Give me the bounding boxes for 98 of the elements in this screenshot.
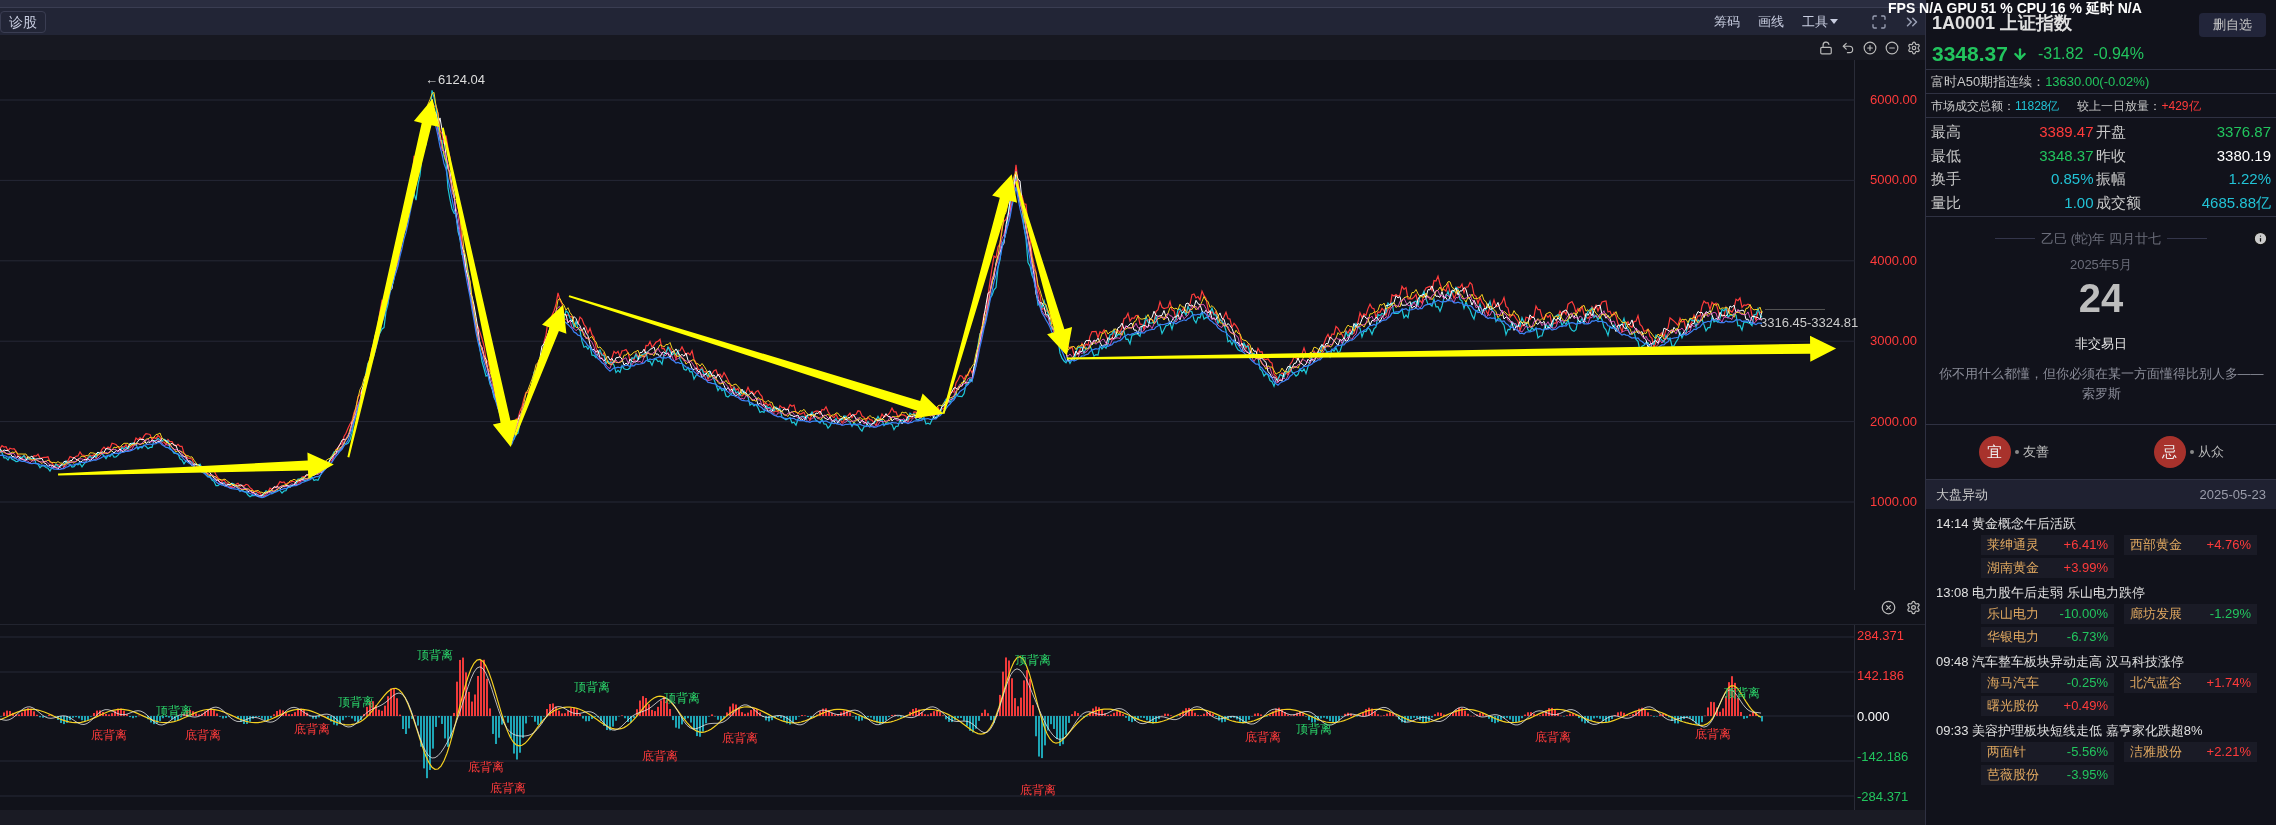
- stat-label: 最高: [1931, 122, 1962, 142]
- stock-chip[interactable]: 洁雅股份 +2.21%: [2124, 742, 2257, 762]
- stat-value: 4685.88亿: [2201, 192, 2271, 213]
- divergence-label: 顶背离: [664, 690, 701, 705]
- stock-chip[interactable]: 曙光股份 +0.49%: [1981, 696, 2114, 716]
- stat-label: 昨收: [2094, 145, 2127, 166]
- almanac-text: 从众: [2197, 443, 2224, 462]
- stock-chip[interactable]: 芭薇股份 -3.95%: [1981, 765, 2114, 785]
- remove-watchlist-button[interactable]: 删自选: [2199, 13, 2266, 37]
- stat-label: 换手: [1931, 169, 1962, 189]
- divergence-label: 顶背离: [1295, 722, 1332, 737]
- divergence-label: 顶背离: [337, 694, 374, 709]
- event-title: 09:48 汽车整车板块异动走高 汉马科技涨停: [1936, 653, 2185, 671]
- divergence-label: 底背离: [90, 728, 127, 743]
- stat-value: 3348.37: [2039, 145, 2094, 166]
- stat-value: 1.22%: [2227, 169, 2271, 189]
- almanac-badge: 忌: [2153, 436, 2186, 468]
- divergence-label: 底背离: [1535, 729, 1572, 744]
- undo-icon[interactable]: [1841, 40, 1855, 55]
- daily-quote: 你不用什么都懂，但你必须在某一方面懂得比别人多——索罗斯: [1937, 364, 2265, 403]
- axis-label: 5000.00: [1870, 171, 1917, 190]
- stock-chip[interactable]: 莱绅通灵 +6.41%: [1981, 535, 2114, 555]
- futures-value: 13630.00(-0.02%): [2045, 72, 2150, 91]
- divergence-label: 底背离: [642, 748, 679, 763]
- turnover-value: 11828亿: [2015, 97, 2060, 115]
- peak-label: ←6124.04: [425, 71, 485, 89]
- divergence-label: 顶背离: [574, 680, 611, 695]
- divergence-label: 底背离: [294, 722, 331, 737]
- stat-label: 振幅: [2094, 169, 2127, 189]
- toolbar-button[interactable]: 筹码: [1714, 11, 1740, 32]
- stat-value: 3389.47: [2039, 122, 2094, 142]
- axis-label: -142.186: [1857, 747, 1910, 766]
- futures-label: 富时A50期指连续：: [1931, 72, 2046, 91]
- axis-label: -284.371: [1857, 788, 1910, 806]
- stock-chip[interactable]: 西部黄金 +4.76%: [2124, 535, 2257, 555]
- almanac-text: 友善: [2022, 443, 2049, 462]
- calendar-day: 24: [2078, 276, 2124, 320]
- down-arrow-icon: [2011, 45, 2028, 62]
- stat-value: 0.85%: [2049, 169, 2094, 189]
- stat-label: 成交额: [2094, 192, 2142, 213]
- settings-icon[interactable]: [1907, 40, 1921, 55]
- divergence-label: 底背离: [1019, 783, 1056, 798]
- trading-status: 非交易日: [2075, 335, 2127, 353]
- settings-icon[interactable]: [1906, 599, 1921, 615]
- stock-chip[interactable]: 湖南黄金 +3.99%: [1981, 558, 2114, 578]
- stock-chip[interactable]: 海马汽车 -0.25%: [1981, 673, 2114, 693]
- stat-value: 3380.19: [2215, 145, 2271, 166]
- divergence-label: 底背离: [468, 760, 505, 775]
- tab[interactable]: 诊股: [0, 10, 46, 33]
- divergence-label: 底背离: [722, 731, 759, 746]
- stock-chip[interactable]: 北汽蓝谷 +1.74%: [2124, 673, 2257, 693]
- toolbar-button[interactable]: 工具: [1802, 11, 1838, 32]
- turnover-compare-label: 较上一日放量：: [2077, 97, 2162, 115]
- event-title: 14:14 黄金概念午后活跃: [1936, 515, 2078, 533]
- caret-icon: [1830, 18, 1838, 25]
- axis-label: 1000.00: [1870, 492, 1917, 511]
- lock-icon[interactable]: [1819, 40, 1833, 55]
- turnover-compare-value: +429亿: [2161, 97, 2201, 115]
- stat-label: 最低: [1931, 145, 1962, 166]
- stat-value: 1.00: [2063, 192, 2094, 213]
- axis-label: 0.000: [1857, 707, 1891, 726]
- zoom-out-icon[interactable]: [1885, 40, 1899, 55]
- axis-label: 2000.00: [1870, 412, 1917, 431]
- close-icon[interactable]: [1881, 599, 1896, 615]
- calendar-month: 2025年5月: [2069, 255, 2133, 274]
- almanac-badge: 宜: [1978, 436, 2011, 468]
- fullscreen-icon[interactable]: [1871, 13, 1887, 30]
- price-range-label: 3316.45-3324.81: [1760, 314, 1859, 332]
- axis-label: 3000.00: [1870, 332, 1917, 351]
- stock-chip[interactable]: 乐山电力 -10.00%: [1981, 604, 2114, 624]
- divergence-label: 底背离: [490, 780, 526, 795]
- divergence-label: 底背离: [1244, 729, 1281, 744]
- axis-label: 4000.00: [1870, 251, 1917, 270]
- turnover-label: 市场成交总额：: [1931, 97, 2015, 115]
- toolbar-button[interactable]: 画线: [1758, 11, 1784, 32]
- axis-label: 284.371: [1857, 627, 1905, 645]
- stat-label: 开盘: [2094, 122, 2127, 142]
- event-title: 09:33 美容护理板块短线走低 嘉亨家化跌超8%: [1936, 722, 2204, 740]
- index-price: 3348.37: [1932, 40, 2008, 67]
- info-icon[interactable]: [2253, 231, 2268, 246]
- stat-value: 3376.87: [2215, 122, 2271, 142]
- price-change: -31.82: [2037, 43, 2084, 64]
- axis-label: 142.186: [1857, 667, 1905, 686]
- divergence-label: 顶背离: [156, 703, 193, 718]
- divergence-label: 顶背离: [417, 648, 454, 663]
- lunar-date: 乙巳 (蛇)年 四月廿七: [2041, 230, 2161, 248]
- zoom-in-icon[interactable]: [1863, 40, 1877, 55]
- stock-chip[interactable]: 廊坊发展 -1.29%: [2124, 604, 2257, 624]
- section-date: 2025-05-23: [2199, 485, 2266, 504]
- price-change-percent: -0.94%: [2093, 43, 2144, 64]
- stock-chip[interactable]: 华银电力 -6.73%: [1981, 627, 2114, 647]
- stock-chip[interactable]: 两面针 -5.56%: [1981, 742, 2114, 762]
- divergence-label: 底背离: [185, 728, 222, 743]
- section-title: 大盘异动: [1936, 485, 1988, 504]
- event-title: 13:08 电力股午后走弱 乐山电力跌停: [1936, 584, 2146, 602]
- axis-label: 6000.00: [1870, 91, 1917, 109]
- divergence-label: 底背离: [1694, 726, 1731, 741]
- stat-label: 量比: [1931, 192, 1962, 213]
